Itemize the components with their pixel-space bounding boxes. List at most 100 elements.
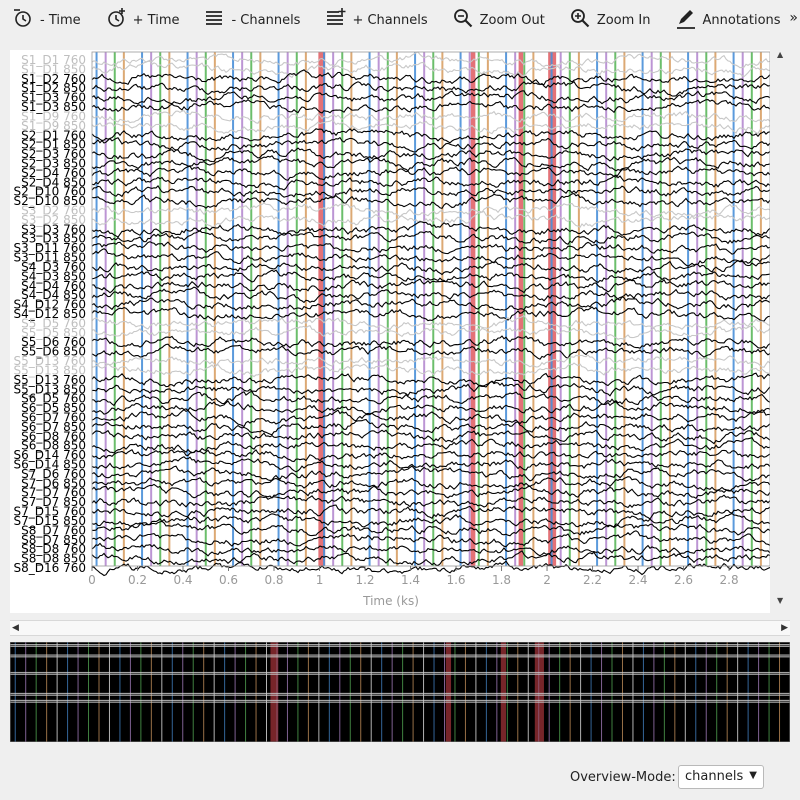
overview-bad-channel [10,694,790,696]
clock-minus-icon [12,7,34,33]
overview-panel[interactable] [10,642,790,742]
zoom-in-button[interactable]: Zoom In [557,0,663,40]
x-tick-label: 0 [88,573,96,587]
toolbar-label: - Time [40,12,81,28]
channel-label[interactable]: S8_D16 760 [14,561,86,575]
channel-trace [91,165,771,181]
channels-minus-button[interactable]: - Channels [191,0,312,40]
plot-area[interactable]: S1_D1 760 S1_D1 850 S1_D2 760 S1_D2 850 S1_D… [10,50,771,613]
x-tick-label: 2.2 [583,573,602,587]
x-tick-label: 2.6 [674,573,693,587]
channel-trace [91,259,771,276]
channel-trace [91,465,771,482]
channel-trace [91,314,771,331]
zoom-in-icon [569,7,591,33]
channel-trace [91,354,771,368]
channel-plot[interactable]: S1_D1 760S1_D1 850S1_D2 760S1_D2 850S1_D… [10,50,771,613]
bad-annotation-span[interactable] [470,52,476,566]
pencil-button[interactable]: Annotations [663,0,793,40]
channel-trace [91,483,771,500]
overview-mode-value: channels [685,769,744,784]
overview-bad-channel [10,654,790,656]
toolbar-label: + Channels [352,12,428,28]
x-tick-label: 0.8 [264,573,283,587]
clock-plus-icon [105,7,127,33]
toolbar: - Time + Time - Channels + Channels Zoom Out… [0,0,800,40]
x-tick-label: 0.4 [173,573,192,587]
channel-trace [91,269,771,284]
overview-bad-channel [10,699,790,702]
channel-trace [92,278,771,294]
channel-trace [91,185,771,199]
x-tick-label: 1.8 [492,573,511,587]
channel-trace [91,437,771,454]
channel-trace [91,476,771,492]
channel-trace [91,362,771,378]
x-tick-label: 1.6 [446,573,465,587]
horizontal-scrollbar[interactable]: ◀ ▶ [10,620,790,636]
channel-trace [91,408,771,428]
x-tick-label: 1.2 [355,573,374,587]
clock-plus-button[interactable]: + Time [93,0,192,40]
overview-bad-channel [10,656,790,658]
channel-trace [91,230,771,245]
channel-trace [91,456,771,473]
channel-trace [91,372,771,388]
toolbar-label: Annotations [702,12,781,28]
channel-trace [91,390,771,407]
channel-trace [91,119,771,135]
channel-trace [91,530,771,548]
toolbar-label: Zoom Out [479,12,545,28]
channel-trace [91,241,771,255]
channel-trace [91,550,771,567]
channel-trace [91,98,771,114]
x-tick-label: 2.4 [628,573,647,587]
x-axis-label: Time (ks) [362,594,419,608]
x-tick-label: 0.6 [219,573,238,587]
overview-bad-channel [10,671,790,674]
chevron-down-icon: ▼ [749,770,757,781]
vertical-scrollbar[interactable]: ▲ ▼ [772,50,792,613]
channel-trace [91,418,771,436]
channel-trace [91,147,771,163]
x-tick-label: 2 [543,573,551,587]
x-tick-label: 2.8 [720,573,739,587]
scroll-right-icon[interactable]: ▶ [781,621,788,635]
toolbar-label: - Channels [231,12,301,28]
scroll-up-icon[interactable]: ▲ [777,50,783,59]
pencil-icon [675,7,697,33]
channel-trace [91,325,771,341]
channel-trace [91,193,771,210]
overview-plot[interactable] [10,642,790,742]
overview-bad-channel [10,701,790,703]
x-tick-label: 0.2 [128,573,147,587]
channels-plus-icon [324,7,346,33]
overview-bad-channel [10,644,790,646]
clock-minus-button[interactable]: - Time [0,0,93,40]
toolbar-label: Zoom In [596,12,651,28]
channel-trace [91,110,771,124]
channel-trace [91,512,771,529]
channel-trace [91,90,771,105]
overview-bad-channel [10,673,790,675]
channel-trace [91,60,771,79]
channel-trace [91,296,771,311]
toolbar-overflow-button[interactable]: » [789,10,798,26]
channel-trace [91,520,771,537]
overview-mode-label: Overview-Mode: [570,770,676,785]
scroll-down-icon[interactable]: ▼ [777,596,783,605]
channel-trace [91,335,771,350]
channel-trace [91,542,771,557]
channel-trace [91,136,771,153]
overview-bad-channel [10,645,790,647]
overview-mode-select[interactable]: channels ▼ [678,765,764,789]
channels-minus-icon [203,7,225,33]
channel-trace [91,128,771,144]
zoom-out-button[interactable]: Zoom Out [440,0,557,40]
x-tick-label: 1.4 [401,573,420,587]
channels-plus-button[interactable]: + Channels [312,0,439,40]
x-tick-label: 1 [316,573,324,587]
toolbar-label: + Time [132,12,180,28]
scroll-left-icon[interactable]: ◀ [12,621,19,635]
overview-bad-channel [10,692,790,695]
